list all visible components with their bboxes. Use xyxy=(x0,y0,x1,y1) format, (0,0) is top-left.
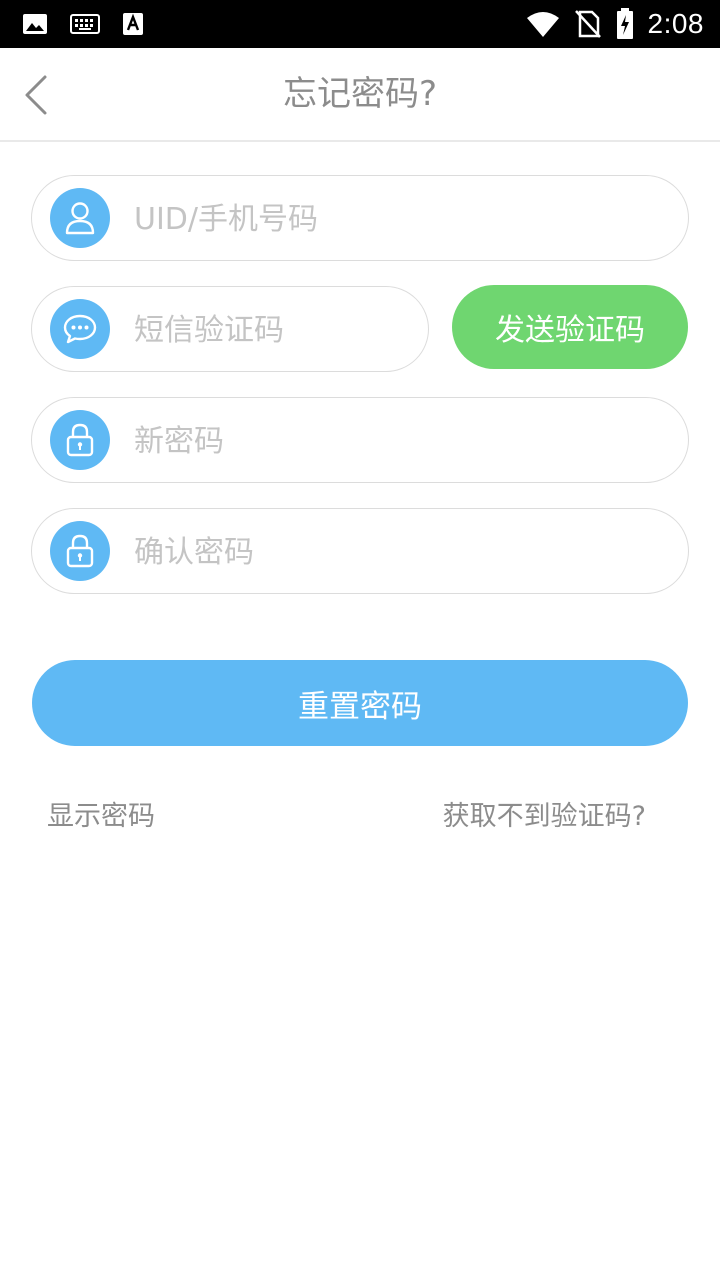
image-icon xyxy=(22,13,48,35)
reset-password-button[interactable]: 重置密码 xyxy=(32,660,688,746)
wifi-icon xyxy=(526,10,560,38)
show-password-link[interactable]: 显示密码 xyxy=(47,794,155,833)
page-title: 忘记密码? xyxy=(282,74,438,114)
status-bar-left xyxy=(22,10,144,38)
user-icon xyxy=(50,188,110,248)
status-bar-right: 2:08 xyxy=(526,6,705,42)
cannot-get-code-link[interactable]: 获取不到验证码? xyxy=(443,794,646,833)
confirm-password-input[interactable] xyxy=(132,509,658,595)
sms-code-input[interactable] xyxy=(132,287,398,373)
uid-field[interactable] xyxy=(31,175,689,262)
send-code-button[interactable]: 发送验证码 xyxy=(452,285,688,369)
new-password-field[interactable] xyxy=(31,397,689,484)
lock-icon xyxy=(50,521,110,581)
no-sim-icon xyxy=(574,9,602,39)
text-a-icon xyxy=(122,12,144,36)
keyboard-icon xyxy=(70,14,100,34)
confirm-password-field[interactable] xyxy=(31,508,689,595)
sms-code-field[interactable] xyxy=(31,286,429,373)
chat-bubble-icon xyxy=(50,299,110,359)
chevron-left-icon xyxy=(25,75,47,115)
app-header: 忘记密码? xyxy=(0,48,720,142)
clock-time: 2:08 xyxy=(647,8,704,39)
uid-input[interactable] xyxy=(132,176,658,262)
new-password-input[interactable] xyxy=(132,398,658,484)
battery-charging-icon xyxy=(616,8,634,40)
status-bar: 2:08 xyxy=(0,0,720,48)
lock-icon xyxy=(50,410,110,470)
back-button[interactable] xyxy=(14,72,58,118)
